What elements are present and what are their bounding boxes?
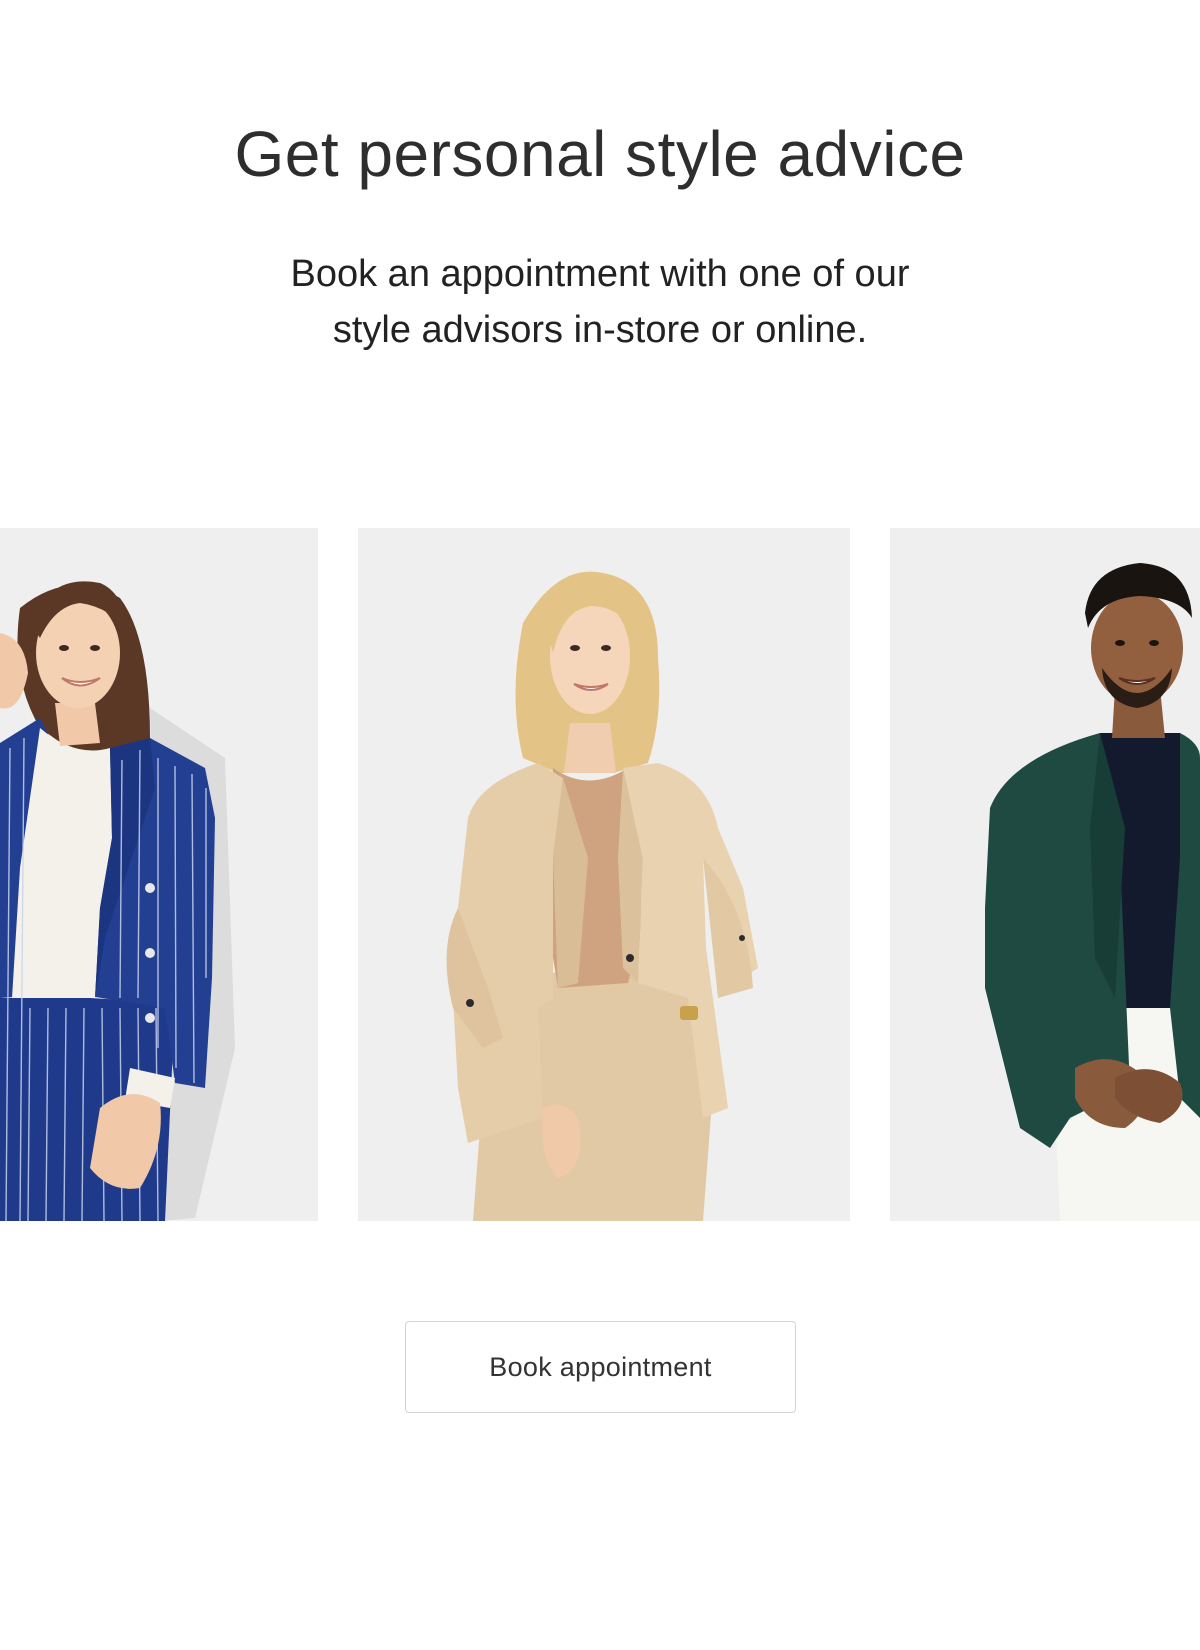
page-title: Get personal style advice <box>234 118 966 190</box>
book-appointment-button[interactable]: Book appointment <box>405 1321 796 1413</box>
page-subtitle: Book an appointment with one of our styl… <box>250 246 950 358</box>
advisor-card-green-blazer[interactable] <box>890 528 1200 1221</box>
subtitle-line-2: style advisors in-store or online. <box>332 309 868 351</box>
advisor-photo-camel <box>446 571 758 1221</box>
advisor-carousel[interactable] <box>0 528 1200 1221</box>
subtitle-line-1: Book an appointment with one of our <box>290 253 910 295</box>
advisor-card-pinstripe[interactable] <box>0 528 318 1221</box>
style-advice-section: Get personal style advice Book an appoin… <box>0 0 1200 1650</box>
advisor-photo-green-blazer <box>985 563 1200 1221</box>
advisor-photo-pinstripe <box>0 581 235 1221</box>
advisor-card-camel[interactable] <box>358 528 850 1221</box>
